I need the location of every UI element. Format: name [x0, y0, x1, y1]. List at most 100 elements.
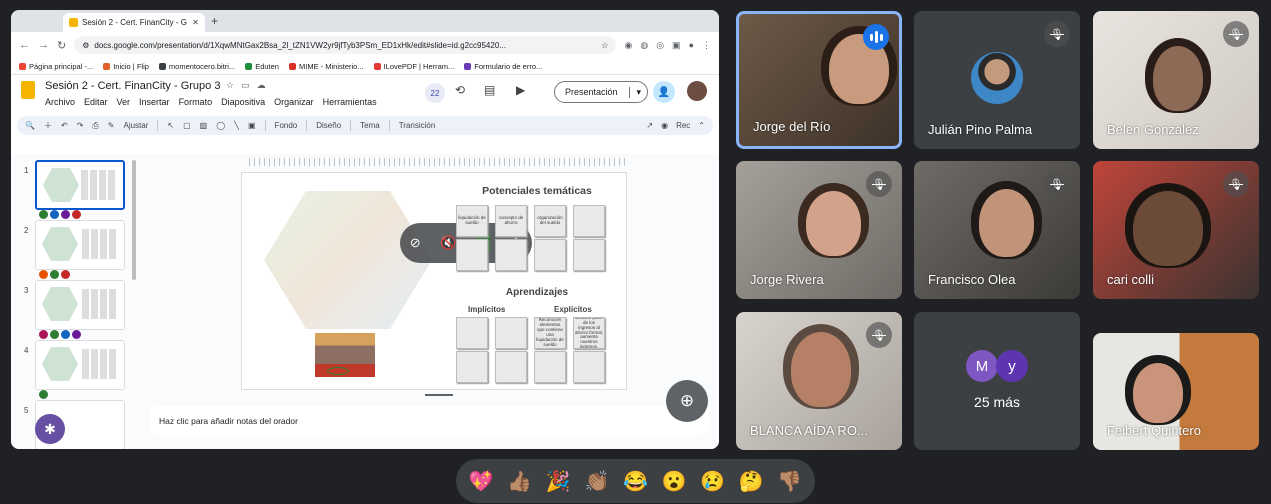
- topic-card[interactable]: [456, 239, 488, 271]
- redo-icon[interactable]: ↷: [77, 121, 84, 130]
- filmstrip-scrollbar[interactable]: [132, 160, 136, 280]
- party-popper-reaction-icon[interactable]: 🎉: [546, 469, 571, 494]
- new-slide-icon[interactable]: ＋: [44, 120, 52, 131]
- reload-icon[interactable]: ↻: [57, 39, 66, 52]
- slide-thumbnail-row[interactable]: 2: [11, 220, 143, 279]
- slide-thumbnail[interactable]: [35, 220, 125, 270]
- crying-face-reaction-icon[interactable]: 😢: [700, 469, 725, 494]
- cloud-status-icon[interactable]: ☁: [257, 80, 266, 91]
- address-bar[interactable]: ⚙ docs.google.com/presentation/d/1XqwMNt…: [74, 36, 617, 54]
- search-menus-icon[interactable]: 🔍: [25, 121, 35, 130]
- pointer-icon[interactable]: ↗: [646, 121, 653, 130]
- move-folder-icon[interactable]: ▭: [241, 80, 250, 91]
- bookmark-item[interactable]: ILovePDF | Herram...: [373, 62, 454, 71]
- clapping-hands-reaction-icon[interactable]: 👏🏽: [584, 469, 609, 494]
- topic-card[interactable]: [573, 351, 605, 383]
- menu-item-archivo[interactable]: Archivo: [45, 97, 75, 107]
- tab-close-icon[interactable]: ✕: [192, 18, 199, 27]
- line-icon[interactable]: ╲: [234, 121, 239, 130]
- slide-thumbnail-row[interactable]: 1: [11, 160, 143, 219]
- participant-tile[interactable]: 🎙 Francisco Olea: [914, 161, 1080, 299]
- slide-thumbnail-row[interactable]: 3: [11, 280, 143, 339]
- browser-tab[interactable]: Sesión 2 - Cert. FinanCity - G ✕: [63, 13, 205, 32]
- account-avatar[interactable]: [687, 81, 707, 101]
- text-box-icon[interactable]: ▢: [183, 121, 191, 130]
- tema-button[interactable]: Tema: [360, 121, 380, 130]
- transicion-button[interactable]: Transición: [399, 121, 436, 130]
- bookmark-item[interactable]: Eduten: [245, 62, 279, 71]
- participant-tile[interactable]: 🎙 Julián Pino Palma: [914, 11, 1080, 149]
- menu-item-insertar[interactable]: Insertar: [139, 97, 170, 107]
- menu-item-ver[interactable]: Ver: [117, 97, 131, 107]
- present-button[interactable]: Presentación ▾: [554, 81, 648, 103]
- site-info-icon[interactable]: ⚙: [82, 41, 89, 50]
- tears-of-joy-reaction-icon[interactable]: 😂: [623, 469, 648, 494]
- topic-card[interactable]: [495, 239, 527, 271]
- image-icon[interactable]: ▨: [200, 121, 208, 130]
- menu-item-editar[interactable]: Editar: [84, 97, 108, 107]
- menu-item-organizar[interactable]: Organizar: [274, 97, 314, 107]
- topic-card[interactable]: [456, 317, 488, 349]
- select-cursor-icon[interactable]: ↖: [167, 121, 174, 130]
- forward-arrow-icon[interactable]: →: [38, 39, 49, 51]
- record-icon[interactable]: ◉: [661, 121, 668, 130]
- topic-card[interactable]: [534, 351, 566, 383]
- thumbs-down-reaction-icon[interactable]: 👎🏽: [777, 469, 802, 494]
- topic-card[interactable]: [573, 239, 605, 271]
- share-add-person-icon[interactable]: 👤: [653, 81, 675, 103]
- slide-thumbnail[interactable]: [35, 160, 125, 210]
- meet-extension-icon[interactable]: ◍: [640, 40, 648, 51]
- topic-card[interactable]: concepto de ahorro: [495, 205, 527, 237]
- bookmark-star-icon[interactable]: ☆: [601, 41, 608, 50]
- slide-canvas[interactable]: Potenciales temáticas Aprendizajes Implí…: [241, 172, 627, 390]
- slide-thumbnail[interactable]: [35, 280, 125, 330]
- rec-button[interactable]: Rec: [676, 121, 690, 130]
- topic-card[interactable]: [495, 351, 527, 383]
- slide-thumbnail-row[interactable]: 5: [11, 400, 143, 449]
- new-tab-button[interactable]: +: [211, 14, 218, 28]
- document-title[interactable]: Sesión 2 - Cert. FinanCity - Grupo 3: [45, 80, 220, 92]
- topic-card[interactable]: Comprenden que el destinar parte de los …: [573, 317, 605, 349]
- surprised-face-reaction-icon[interactable]: 😮: [662, 469, 687, 494]
- topic-card[interactable]: organización del sueldo: [534, 205, 566, 237]
- participant-tile[interactable]: 🎙 cari colli: [1093, 161, 1259, 299]
- mute-off-icon[interactable]: 🔇: [440, 235, 456, 251]
- participant-tile[interactable]: 🎙 BLANCA AÍDA RO...: [736, 312, 902, 450]
- thumbs-up-reaction-icon[interactable]: 👍🏽: [507, 469, 532, 494]
- bookmark-item[interactable]: Inicio | Flip: [103, 62, 149, 71]
- pin-off-icon[interactable]: ⊘: [410, 235, 421, 251]
- meet-call-icon[interactable]: ▶: [516, 83, 525, 97]
- topic-card[interactable]: [456, 351, 488, 383]
- history-icon[interactable]: ⟲: [455, 83, 465, 97]
- undo-icon[interactable]: ↶: [61, 121, 68, 130]
- print-icon[interactable]: ⎙: [92, 121, 98, 131]
- fondo-button[interactable]: Fondo: [275, 121, 298, 130]
- slide-thumbnail[interactable]: [35, 340, 125, 390]
- extensions-puzzle-icon[interactable]: ▣: [672, 40, 681, 51]
- menu-item-diapositiva[interactable]: Diapositiva: [221, 97, 265, 107]
- diseno-button[interactable]: Diseño: [316, 121, 341, 130]
- topic-card[interactable]: [534, 239, 566, 271]
- comments-icon[interactable]: ▤: [484, 83, 495, 97]
- zoom-in-icon[interactable]: ⊕: [666, 380, 708, 422]
- participant-tile[interactable]: Jorge del Río: [736, 11, 902, 149]
- star-icon[interactable]: ☆: [226, 80, 234, 91]
- comment-add-icon[interactable]: ▣: [248, 121, 256, 130]
- horizontal-scrollbar[interactable]: [425, 394, 453, 396]
- bookmark-item[interactable]: momentocero.bitri...: [158, 62, 235, 71]
- topic-card[interactable]: Reconocen elementos que contiene una liq…: [534, 317, 566, 349]
- menu-item-formato[interactable]: Formato: [179, 97, 213, 107]
- bookmark-item[interactable]: Formulario de erro...: [464, 62, 542, 71]
- slides-logo-icon[interactable]: [21, 81, 35, 99]
- speaker-notes[interactable]: Haz clic para añadir notas del orador: [149, 406, 709, 436]
- profile-avatar-icon[interactable]: ●: [689, 40, 694, 51]
- browser-menu-icon[interactable]: ⋮: [702, 40, 711, 51]
- slide-thumbnail-row[interactable]: 4: [11, 340, 143, 399]
- more-participants-tile[interactable]: My 25 más: [914, 312, 1080, 450]
- chrome-extension-icon[interactable]: ◎: [656, 40, 664, 51]
- topic-card[interactable]: [573, 205, 605, 237]
- collapse-toolbar-icon[interactable]: ⌃: [698, 121, 705, 130]
- chevron-down-icon[interactable]: ▾: [629, 86, 641, 98]
- participant-tile[interactable]: Feibert Quintero: [1093, 333, 1259, 450]
- shape-icon[interactable]: ◯: [216, 121, 225, 130]
